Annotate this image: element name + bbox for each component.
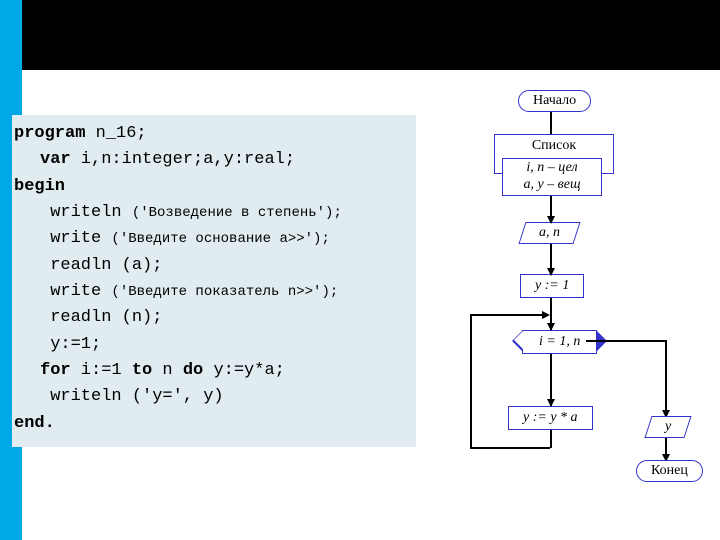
code-block: program n_16; var i,n:integer;a,y:real; …: [12, 115, 416, 447]
flow-output-label: y: [665, 419, 671, 435]
code-t10b: i:=1: [71, 361, 132, 380]
flow-input-label: a, n: [539, 225, 560, 241]
code-t2: i,n:integer;a,y:real;: [71, 150, 295, 169]
code-t5b: ('Введите основание a>>');: [111, 231, 329, 247]
top-bar: [0, 0, 720, 70]
flow-start: Начало: [518, 90, 591, 112]
flow-end-label: Конец: [651, 463, 688, 478]
flow-loop-label: i = 1, n: [539, 334, 580, 349]
kw-end: end.: [14, 414, 55, 433]
flow-output: y: [644, 416, 691, 438]
code-t8: readln (n);: [40, 308, 162, 327]
code-t4b: ('Возведение в степень');: [132, 205, 342, 221]
flow-input: a, n: [518, 222, 580, 244]
kw-do: do: [183, 361, 203, 380]
kw-begin: begin: [14, 177, 65, 196]
code-t11: writeln ('y=', y): [40, 387, 224, 406]
flow-start-label: Начало: [533, 93, 576, 108]
code-t1: n_16;: [85, 124, 146, 143]
flow-end: Конец: [636, 460, 703, 482]
flow-data-desc2: a, y – вещ: [523, 177, 580, 192]
kw-var: var: [40, 150, 71, 169]
code-t6: readln (a);: [40, 256, 162, 275]
kw-to: to: [132, 361, 152, 380]
code-t10f: y:=y*a;: [203, 361, 285, 380]
code-t10d: n: [152, 361, 183, 380]
code-t5a: write: [40, 229, 111, 248]
flow-data-desc: i, n – цел a, y – вещ: [502, 158, 602, 196]
flow-body-label: y := y * a: [523, 410, 578, 425]
flow-body: y := y * a: [508, 406, 593, 430]
flow-data-desc1: i, n – цел: [526, 160, 577, 175]
code-t9: y:=1;: [40, 335, 101, 354]
kw-for: for: [40, 361, 71, 380]
flow-loop: i = 1, n: [522, 330, 597, 354]
flow-init-label: y := 1: [535, 278, 569, 293]
code-t4a: writeln: [40, 203, 132, 222]
flow-init: y := 1: [520, 274, 584, 298]
code-t7b: ('Введите показатель n>>');: [111, 284, 338, 300]
kw-program: program: [14, 124, 85, 143]
code-t7a: write: [40, 282, 111, 301]
flowchart: Начало Список данных i, n – цел a, y – в…: [450, 90, 710, 530]
